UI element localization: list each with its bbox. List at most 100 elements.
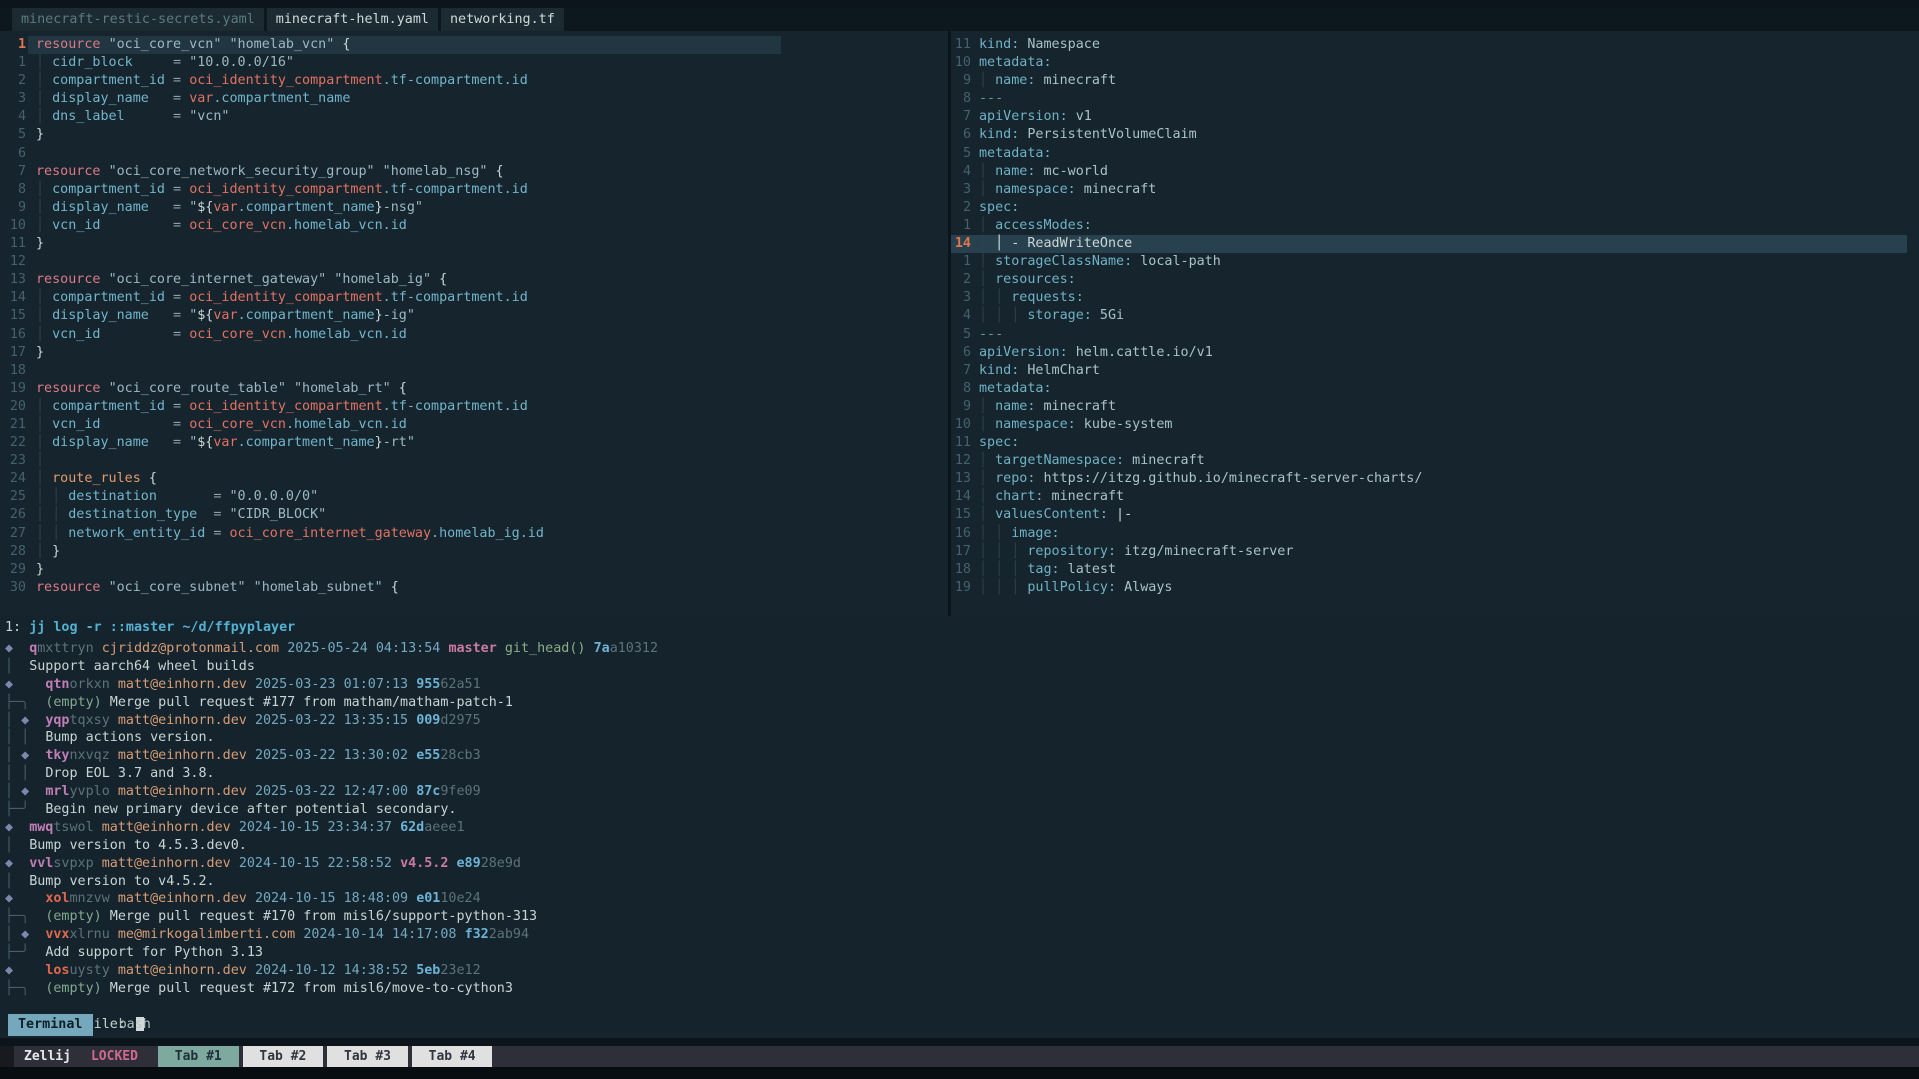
code-line: 16│ │ image: — [951, 525, 1919, 543]
code-line: 3│ display_name = var.compartment_name — [0, 90, 948, 108]
code-line: 27│ │ network_entity_id = oci_core_inter… — [0, 525, 948, 543]
log-line: │ Bump version to 4.5.3.dev0. — [5, 837, 1919, 855]
helix-bufferline: minecraft-restic-secrets.yamlminecraft-h… — [0, 8, 1919, 31]
code-line: 2│ resources: — [951, 271, 1919, 289]
code-line: 19│ │ │ pullPolicy: Always — [951, 579, 1919, 597]
code-line: 5--- — [951, 326, 1919, 344]
code-line: 13│ repo: https://itzg.github.io/minecra… — [951, 470, 1919, 488]
line-number: 15 — [0, 307, 26, 325]
line-number: 8 — [951, 380, 971, 398]
code-line: 8metadata: — [951, 380, 1919, 398]
line-number: 1 — [0, 36, 26, 54]
line-number: 20 — [0, 398, 26, 416]
line-number: 3 — [951, 181, 971, 199]
line-number: 5 — [951, 145, 971, 163]
line-number: 6 — [0, 145, 26, 163]
line-number: 9 — [0, 199, 26, 217]
line-number: 21 — [0, 416, 26, 434]
code-line: 25│ │ destination = "0.0.0.0/0" — [0, 488, 948, 506]
right-code-area[interactable]: 11kind: Namespace10metadata: 9│ name: min… — [951, 36, 1919, 597]
line-number: 26 — [0, 506, 26, 524]
line-number: 4 — [951, 163, 971, 181]
line-number: 13 — [0, 271, 26, 289]
zellij-tab-tab-2[interactable]: Tab #2 — [243, 1046, 324, 1067]
line-number: 8 — [0, 181, 26, 199]
line-number: 8 — [951, 90, 971, 108]
buffer-tab-networking-tf[interactable]: networking.tf — [441, 8, 564, 31]
log-line: │ Support aarch64 wheel builds — [5, 658, 1919, 676]
code-line: 22│ display_name = "${var.compartment_na… — [0, 434, 948, 452]
zellij-app-label: Zellij — [14, 1046, 81, 1067]
line-number: 25 — [0, 488, 26, 506]
line-number: 24 — [0, 470, 26, 488]
log-line: ◆ mwqtswol matt@einhorn.dev 2024-10-15 2… — [5, 819, 1919, 837]
code-line: 17│ │ │ repository: itzg/minecraft-serve… — [951, 543, 1919, 561]
code-line: 11kind: Namespace — [951, 36, 1919, 54]
log-line: │ ◆ vvxxlrnu me@mirkogalimberti.com 2024… — [5, 926, 1919, 944]
line-number: 30 — [0, 579, 26, 597]
code-line: 5} — [0, 126, 948, 144]
right-statusline: ~/dev/lab/clusters/lab/minecraft/minecra… — [951, 598, 1919, 616]
line-number: 14 — [951, 488, 971, 506]
code-line: 6kind: PersistentVolumeClaim — [951, 126, 1919, 144]
zellij-status-bar: Zellij LOCKED Tab #1 Tab #2 Tab #3 Tab #… — [0, 1046, 1919, 1067]
line-number: 22 — [0, 434, 26, 452]
line-number: 9 — [951, 398, 971, 416]
code-line: 9│ name: minecraft — [951, 398, 1919, 416]
code-line: 19resource "oci_core_route_table" "homel… — [0, 380, 948, 398]
code-line: 10metadata: — [951, 54, 1919, 72]
code-line: 18│ │ │ tag: latest — [951, 561, 1919, 579]
line-number: 14 — [0, 289, 26, 307]
log-line: │ ◆ tkynxvqz matt@einhorn.dev 2025-03-22… — [5, 747, 1919, 765]
line-number: 10 — [951, 416, 971, 434]
line-number: 19 — [0, 380, 26, 398]
terminal-tab[interactable]: Terminal — [8, 1014, 93, 1036]
line-number: 29 — [0, 561, 26, 579]
code-line: 7kind: HelmChart — [951, 362, 1919, 380]
buffer-tab-minecraft-helm-yaml[interactable]: minecraft-helm.yaml — [267, 8, 438, 31]
line-number: 6 — [951, 344, 971, 362]
line-number: 28 — [0, 543, 26, 561]
line-number: 13 — [951, 470, 971, 488]
line-number: 1 — [951, 217, 971, 235]
log-line: ├─╯ Begin new primary device after poten… — [5, 801, 1919, 819]
zellij-session: minecraft-restic-secrets.yamlminecraft-h… — [0, 0, 1919, 1079]
line-number: 23 — [0, 452, 26, 470]
bottom-strip — [0, 1067, 1919, 1079]
left-code-area[interactable]: 1resource "oci_core_vcn" "homelab_vcn" {… — [0, 36, 948, 597]
line-number: 10 — [951, 54, 971, 72]
code-line: 11spec: — [951, 434, 1919, 452]
zellij-tab-tab-3[interactable]: Tab #3 — [327, 1046, 408, 1067]
code-line: 11} — [0, 235, 948, 253]
code-line: 1│ accessModes: — [951, 217, 1919, 235]
terminal-command-line: 1: jj log -r ::master ~/d/ffpyplayer — [5, 618, 295, 638]
code-line: 7resource "oci_core_network_security_gro… — [0, 163, 948, 181]
shell-label[interactable]: bash — [119, 1017, 151, 1032]
line-number: 2 — [951, 271, 971, 289]
editor-pane-minecraft-helm-yaml[interactable]: 11kind: Namespace10metadata: 9│ name: min… — [951, 31, 1919, 616]
code-line: 30resource "oci_core_subnet" "homelab_su… — [0, 579, 948, 597]
log-line: ├─╮ (empty) Merge pull request #172 from… — [5, 980, 1919, 998]
code-line: 4│ dns_label = "vcn" — [0, 108, 948, 126]
code-line: 18 — [0, 362, 948, 380]
line-number: 10 — [0, 217, 26, 235]
code-line: 16│ vcn_id = oci_core_vcn.homelab_vcn.id — [0, 326, 948, 344]
log-line: ◆ vvlsvpxp matt@einhorn.dev 2024-10-15 2… — [5, 855, 1919, 873]
code-line: 26│ │ destination_type = "CIDR_BLOCK" — [0, 506, 948, 524]
buffer-tab-minecraft-restic-secrets-yaml[interactable]: minecraft-restic-secrets.yaml — [12, 8, 264, 31]
editor-pane-networking-tf[interactable]: 1resource "oci_core_vcn" "homelab_vcn" {… — [0, 31, 948, 616]
code-line: 20│ compartment_id = oci_identity_compar… — [0, 398, 948, 416]
zellij-tab-tab-4[interactable]: Tab #4 — [412, 1046, 493, 1067]
line-number: 18 — [0, 362, 26, 380]
log-line: ◆ qtnorkxn matt@einhorn.dev 2025-03-23 0… — [5, 676, 1919, 694]
code-line: 2spec: — [951, 199, 1919, 217]
line-number: 11 — [951, 36, 971, 54]
code-line: 23│ — [0, 452, 948, 470]
code-line: 5metadata: — [951, 145, 1919, 163]
zellij-tab-tab-1[interactable]: Tab #1 — [158, 1046, 239, 1067]
terminal-pane[interactable]: 1: jj log -r ::master ~/d/ffpyplayer ◆ q… — [0, 616, 1919, 1038]
code-line: 17} — [0, 344, 948, 362]
line-number: 5 — [951, 326, 971, 344]
bar-notch — [0, 1046, 14, 1067]
log-line: │ │ Bump actions version. — [5, 729, 1919, 747]
